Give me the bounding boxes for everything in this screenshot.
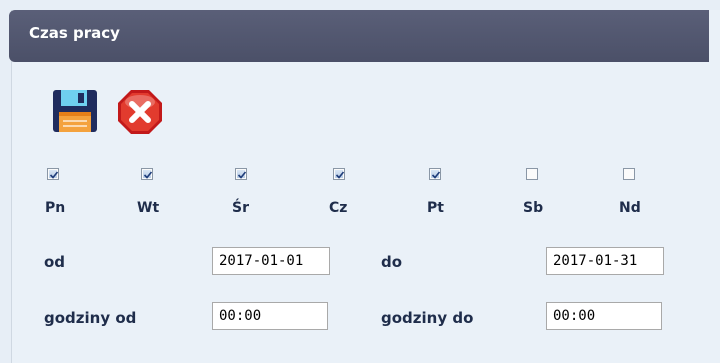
hours-to-label: godziny do bbox=[381, 309, 474, 327]
panel-title: Czas pracy bbox=[29, 24, 120, 42]
hours-from-field[interactable]: 00:00 bbox=[212, 302, 328, 330]
day-label: Wt bbox=[137, 200, 160, 216]
day-checkbox[interactable] bbox=[47, 168, 59, 180]
date-to-field[interactable]: 2017-01-31 bbox=[546, 247, 664, 275]
red-x-cancel-icon[interactable] bbox=[116, 88, 162, 134]
day-label: Cz bbox=[329, 200, 348, 216]
day-label: Pn bbox=[45, 200, 66, 216]
day-checkbox[interactable] bbox=[235, 168, 247, 180]
day-checkbox[interactable] bbox=[333, 168, 345, 180]
day-checkbox[interactable] bbox=[623, 168, 635, 180]
floppy-disk-save-icon[interactable] bbox=[52, 88, 98, 134]
hours-to-field[interactable]: 00:00 bbox=[546, 302, 662, 330]
day-checkbox[interactable] bbox=[141, 168, 153, 180]
day-label: Nd bbox=[619, 200, 641, 216]
hours-from-label: godziny od bbox=[44, 309, 137, 327]
day-checkbox[interactable] bbox=[429, 168, 441, 180]
day-label: Śr bbox=[232, 200, 249, 216]
date-to-label: do bbox=[381, 253, 403, 271]
date-from-field[interactable]: 2017-01-01 bbox=[212, 247, 330, 275]
day-checkbox[interactable] bbox=[526, 168, 538, 180]
panel-titlebar: Czas pracy bbox=[9, 10, 709, 62]
day-label: Sb bbox=[523, 200, 544, 216]
date-from-label: od bbox=[44, 253, 66, 271]
day-label: Pt bbox=[427, 200, 444, 216]
